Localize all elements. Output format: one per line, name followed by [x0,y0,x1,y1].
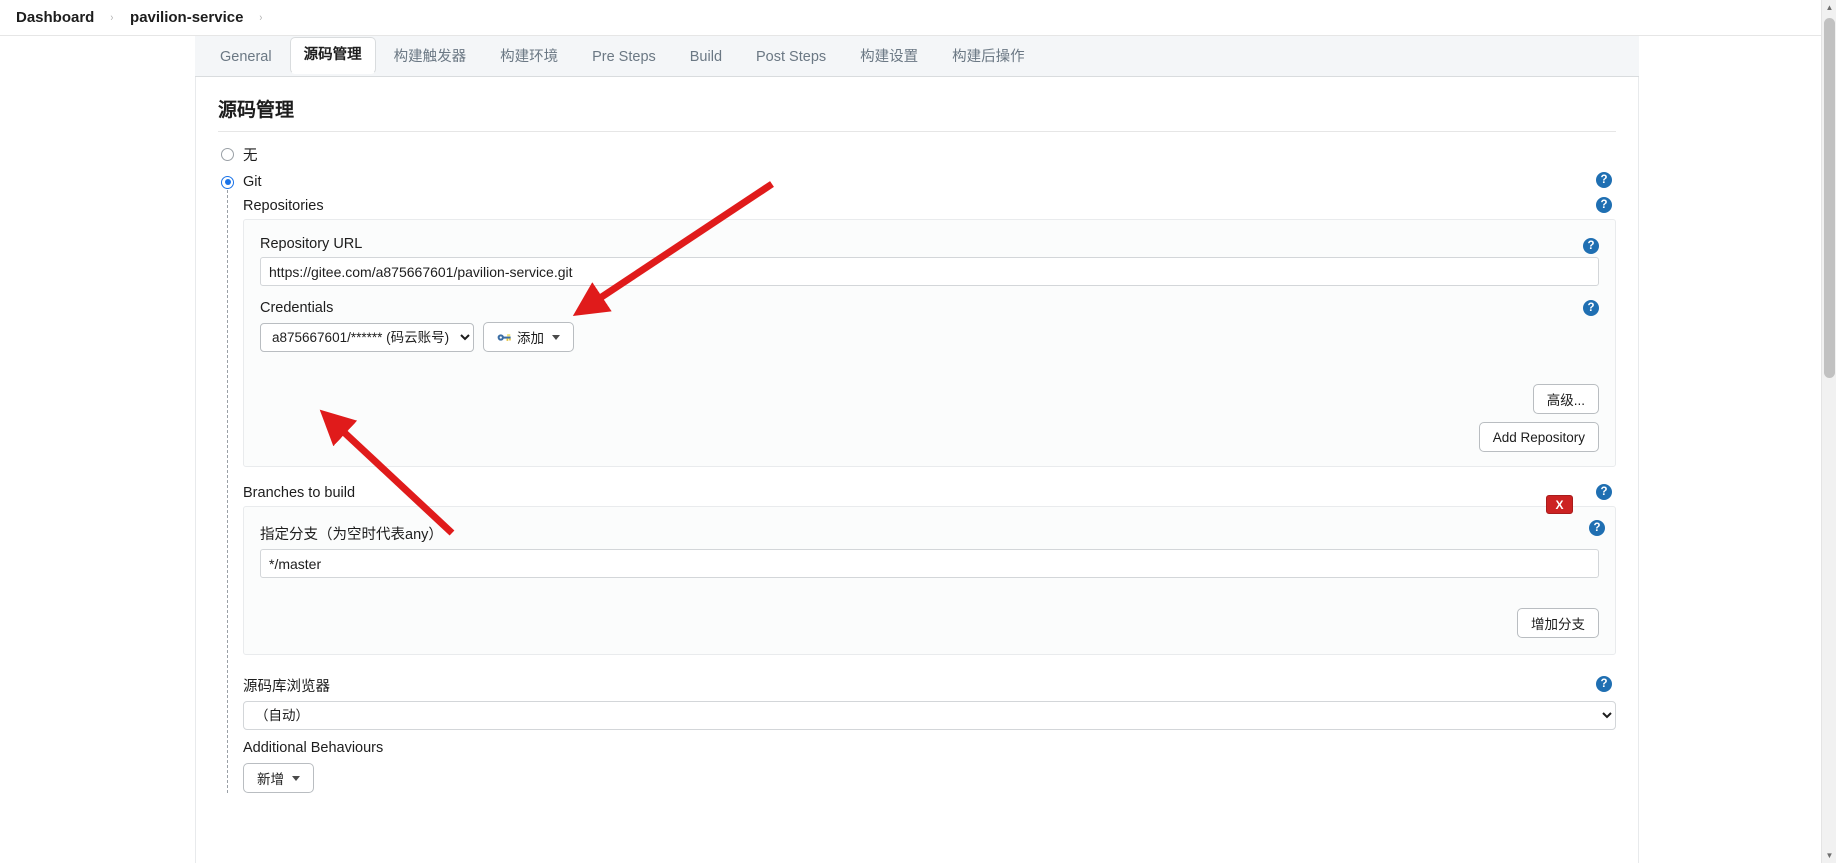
repository-url-label: Repository URL [260,236,363,252]
repository-url-input[interactable] [260,257,1599,286]
radio-none-icon[interactable] [221,148,234,161]
scm-option-none[interactable]: 无 [221,144,1616,165]
add-repository-label: Add Repository [1492,429,1585,445]
help-icon-credentials[interactable]: ? [1583,300,1599,316]
tab-build-environment[interactable]: 构建环境 [484,38,574,77]
page-title: 源码管理 [218,95,1616,132]
help-icon-repository-url[interactable]: ? [1583,237,1599,254]
scrollbar-thumb[interactable] [1824,18,1835,378]
tab-build-triggers[interactable]: 构建触发器 [378,38,483,77]
add-credentials-button[interactable]: 添加 [483,322,574,352]
tab-build[interactable]: Build [674,38,738,77]
help-icon-repository-browser[interactable]: ? [1596,676,1612,692]
tab-source-code-management[interactable]: 源码管理 [289,37,376,74]
tab-pre-steps[interactable]: Pre Steps [576,38,672,77]
repository-box: Repository URL ? Credentials ? a87566760… [243,219,1616,467]
scm-option-none-label: 无 [243,148,258,164]
delete-branch-label: X [1555,497,1564,512]
add-behaviour-button[interactable]: 新增 [243,763,314,793]
chevron-down-icon [552,334,560,340]
credentials-select[interactable]: a875667601/****** (码云账号) - 无 - [260,322,474,352]
add-repository-button[interactable]: Add Repository [1478,422,1599,452]
repositories-label: Repositories [243,198,324,214]
tab-general[interactable]: General [204,38,288,77]
page-scrollbar[interactable]: ▲ ▼ [1821,0,1836,863]
repository-browser-label: 源码库浏览器 [243,679,330,695]
branch-specifier-input[interactable] [260,549,1599,578]
page-body: General 源码管理 构建触发器 构建环境 Pre Steps Build … [0,36,1836,863]
help-icon-branches[interactable]: ? [1596,483,1612,500]
chevron-down-icon-behaviour [292,775,300,781]
git-settings-group: Repositories ? Repository URL ? Credenti… [227,190,1616,793]
breadcrumb-separator-icon-2: › [259,11,263,24]
scroll-up-icon[interactable]: ▲ [1822,0,1836,15]
help-icon-branch-specifier[interactable]: ? [1589,520,1605,536]
branch-specifier-label: 指定分支（为空时代表any） [260,527,443,543]
breadcrumb-separator-icon: › [110,11,114,24]
repository-browser-select[interactable]: （自动） [243,701,1616,730]
help-icon-git[interactable]: ? [1596,171,1612,188]
breadcrumb: Dashboard › pavilion-service › [0,0,1836,36]
tab-post-steps[interactable]: Post Steps [740,38,842,77]
scm-option-git-label: Git [243,174,262,190]
help-icon-repositories[interactable]: ? [1596,196,1612,213]
delete-branch-button[interactable]: X [1546,495,1573,514]
breadcrumb-item-pavilion-service[interactable]: pavilion-service [124,9,249,26]
scm-option-git[interactable]: Git [221,174,262,190]
credentials-label: Credentials [260,300,334,316]
tab-post-build-actions[interactable]: 构建后操作 [936,38,1041,77]
additional-behaviours-label: Additional Behaviours [243,740,384,756]
scm-config-panel: 源码管理 无 Git ? Repositories ? Repository U… [195,77,1639,863]
branch-box: X ? 指定分支（为空时代表any） 增加分支 [243,495,1616,655]
branches-to-build-label: Branches to build [243,485,356,501]
advanced-button[interactable]: 高级... [1532,384,1599,414]
key-icon [497,333,511,341]
scroll-down-icon[interactable]: ▼ [1822,848,1836,863]
add-credentials-label: 添加 [517,331,544,346]
add-behaviour-label: 新增 [257,772,284,787]
advanced-button-label: 高级... [1546,393,1585,408]
config-tab-bar: General 源码管理 构建触发器 构建环境 Pre Steps Build … [195,36,1639,77]
radio-git-icon[interactable] [221,175,234,189]
add-branch-label: 增加分支 [1531,617,1585,632]
add-branch-button[interactable]: 增加分支 [1517,608,1599,638]
breadcrumb-item-dashboard[interactable]: Dashboard [10,9,100,26]
tab-build-settings[interactable]: 构建设置 [844,38,934,77]
